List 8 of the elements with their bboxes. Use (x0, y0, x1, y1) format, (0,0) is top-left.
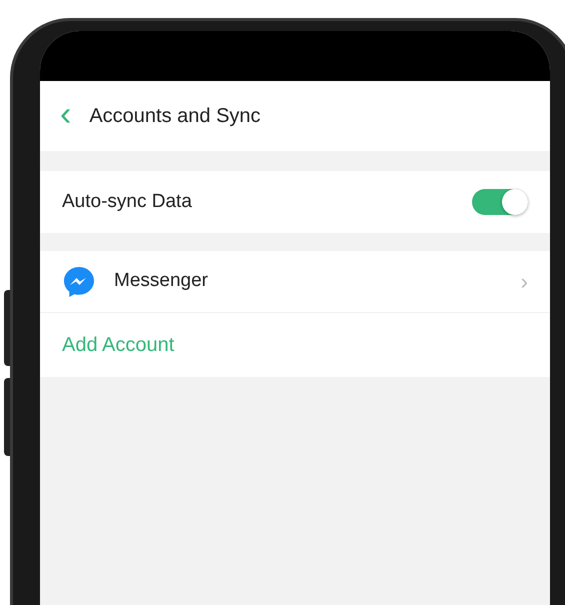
chat-bubble-icon (62, 264, 96, 298)
account-row[interactable]: Messenger › (40, 251, 550, 313)
setting-row[interactable]: Auto-sync Data (40, 171, 550, 233)
chevron-glyph: › (520, 268, 528, 296)
page-title: Accounts and Sync (89, 104, 261, 129)
setting-label: Auto-sync Data (62, 190, 192, 214)
toggle-switch[interactable] (472, 189, 528, 215)
account-name: Messenger (114, 269, 209, 294)
